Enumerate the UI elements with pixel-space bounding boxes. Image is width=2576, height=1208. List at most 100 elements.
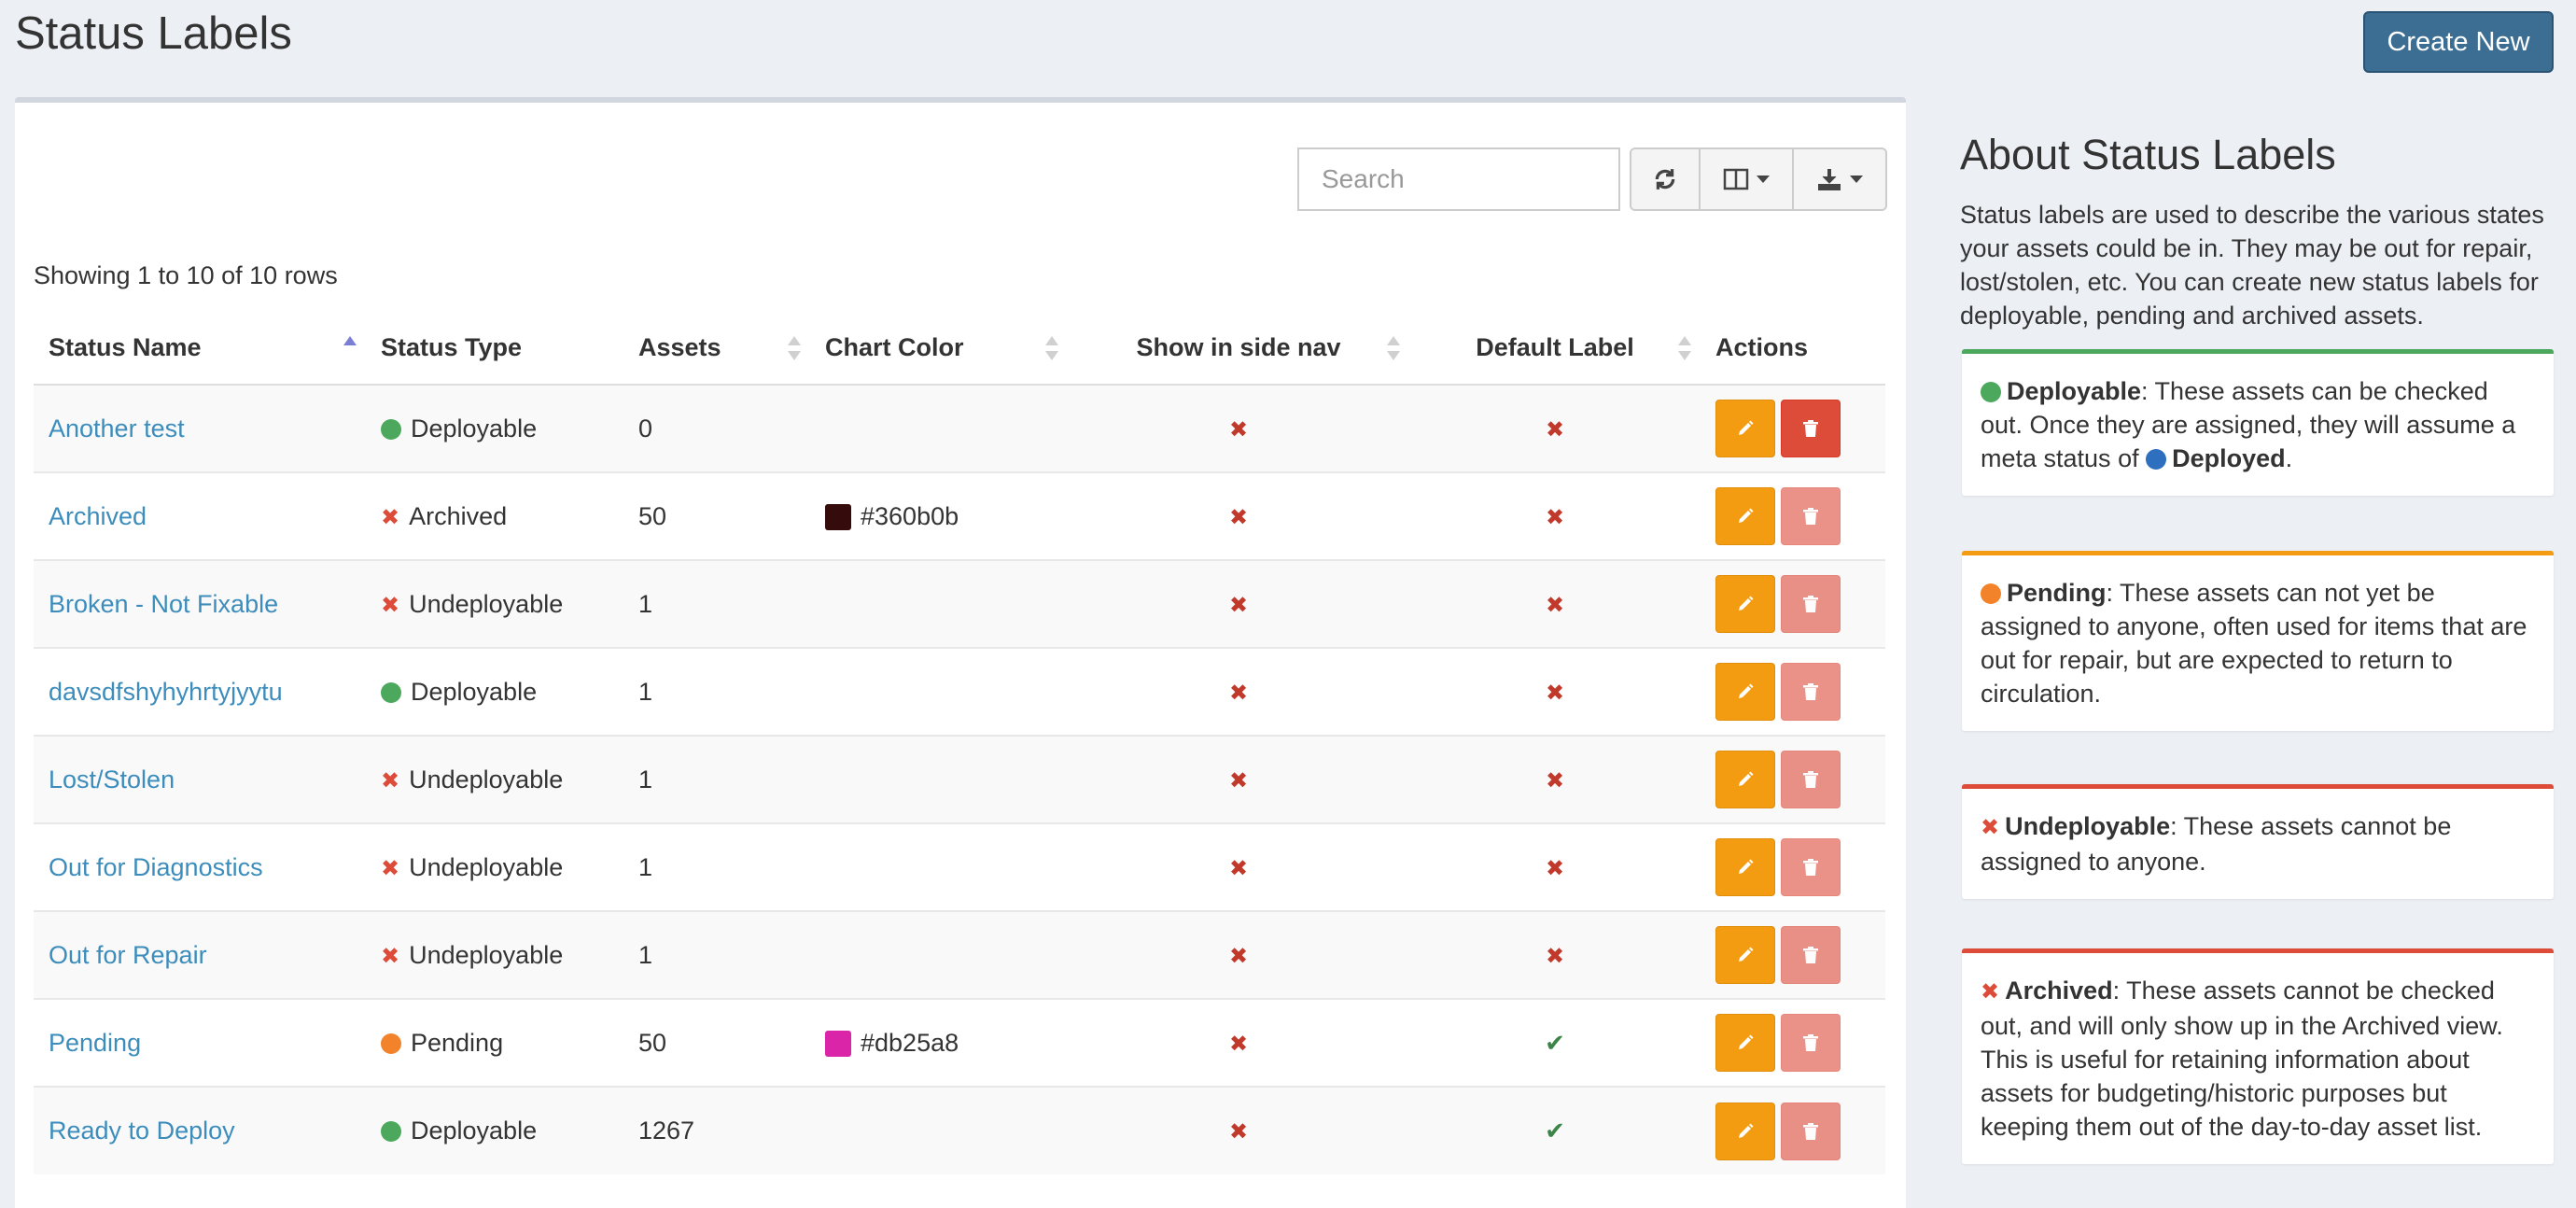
edit-button[interactable] [1715, 838, 1775, 896]
delete-button[interactable] [1781, 838, 1841, 896]
table-header-row: Status Name Status Type Assets Chart Col… [34, 312, 1885, 386]
cell-chart-color [810, 384, 1068, 472]
table-row: Lost/Stolen ✖ Undeployable 1 ✖ ✖ [34, 735, 1885, 823]
column-header-show-in-side-nav[interactable]: Show in side nav [1068, 312, 1409, 386]
cell-default-label: ✖ [1409, 735, 1701, 823]
info-box-deployable: Deployable: These assets can be checked … [1962, 349, 2554, 496]
deployable-dot-icon [381, 681, 401, 703]
trash-icon [1803, 947, 1818, 963]
cell-show-in-side-nav: ✖ [1068, 822, 1409, 911]
sort-icon [788, 335, 801, 360]
cell-assets: 50 [623, 998, 810, 1087]
delete-button[interactable] [1781, 1102, 1841, 1160]
deployed-dot-icon [2146, 449, 2167, 470]
delete-button[interactable] [1781, 575, 1841, 633]
toolbar-button-group [1630, 147, 1887, 211]
table-row: Pending Pending 50 #db25a8 ✖ ✔ [34, 998, 1885, 1087]
trash-icon [1803, 683, 1818, 700]
x-icon: ✖ [1228, 767, 1249, 794]
cell-status-name: Ready to Deploy [34, 1086, 366, 1174]
column-header-status-name[interactable]: Status Name [34, 312, 366, 386]
cell-status-type: ✖ Undeployable [366, 910, 623, 999]
x-icon: ✖ [1545, 504, 1565, 530]
cell-show-in-side-nav: ✖ [1068, 910, 1409, 999]
status-name-link[interactable]: Out for Diagnostics [49, 853, 263, 881]
column-header-assets[interactable]: Assets [623, 312, 810, 386]
pencil-icon [1739, 508, 1754, 523]
edit-button[interactable] [1715, 663, 1775, 721]
cell-status-type: ✖ Undeployable [366, 559, 623, 648]
sort-icon [1045, 335, 1058, 360]
edit-button[interactable] [1715, 575, 1775, 633]
delete-button[interactable] [1781, 1014, 1841, 1072]
refresh-icon [1655, 169, 1675, 190]
info-box-pending: Pending: These assets can not yet be ass… [1962, 551, 2554, 731]
edit-button[interactable] [1715, 1014, 1775, 1072]
table-toolbar: Search [15, 147, 1906, 213]
x-icon: ✖ [381, 943, 400, 969]
edit-button[interactable] [1715, 487, 1775, 545]
columns-toggle-button[interactable] [1701, 149, 1794, 209]
status-name-link[interactable]: Ready to Deploy [49, 1117, 235, 1145]
delete-button[interactable] [1781, 487, 1841, 545]
x-icon: ✖ [1981, 979, 2000, 1004]
export-button[interactable] [1794, 149, 1885, 209]
pencil-icon [1739, 859, 1754, 874]
info-box-archived: ✖ Archived: These assets cannot be checke… [1962, 948, 2554, 1164]
deployable-dot-icon [1981, 382, 2001, 402]
delete-button[interactable] [1781, 400, 1841, 457]
delete-button[interactable] [1781, 926, 1841, 984]
status-name-link[interactable]: Another test [49, 414, 185, 442]
status-name-link[interactable]: Archived [49, 502, 147, 530]
edit-button[interactable] [1715, 926, 1775, 984]
delete-button[interactable] [1781, 751, 1841, 808]
x-icon: ✖ [1228, 592, 1249, 618]
cell-actions [1701, 647, 1885, 736]
edit-button[interactable] [1715, 400, 1775, 457]
x-icon: ✖ [1545, 416, 1565, 442]
cell-chart-color [810, 647, 1068, 736]
cell-status-type: ✖ Archived [366, 471, 623, 560]
status-name-link[interactable]: Out for Repair [49, 941, 207, 969]
cell-chart-color [810, 1086, 1068, 1174]
x-icon: ✖ [381, 504, 400, 530]
cell-chart-color [810, 559, 1068, 648]
column-header-default-label[interactable]: Default Label [1409, 312, 1701, 386]
edit-button[interactable] [1715, 751, 1775, 808]
color-swatch [825, 1030, 851, 1057]
cell-assets: 50 [623, 471, 810, 560]
cell-assets: 1 [623, 910, 810, 999]
cell-assets: 1 [623, 647, 810, 736]
table-row: Ready to Deploy Deployable 1267 ✖ ✔ [34, 1086, 1885, 1174]
pending-dot-icon [1981, 583, 2001, 604]
status-name-link[interactable]: davsdfshyhyhrtyjyytu [49, 678, 283, 706]
delete-button[interactable] [1781, 663, 1841, 721]
x-icon: ✖ [1228, 1031, 1249, 1057]
pencil-icon [1739, 771, 1754, 786]
cell-status-name: Another test [34, 384, 366, 472]
sort-icon [1387, 335, 1400, 360]
x-icon: ✖ [1228, 943, 1249, 969]
status-labels-panel: Search Showing 1 to 10 of 10 rows Status… [15, 97, 1906, 1208]
cell-show-in-side-nav: ✖ [1068, 559, 1409, 648]
status-name-link[interactable]: Lost/Stolen [49, 766, 175, 794]
cell-default-label: ✖ [1409, 384, 1701, 472]
column-header-chart-color[interactable]: Chart Color [810, 312, 1068, 386]
sidebar-description: Status labels are used to describe the v… [1960, 201, 2544, 330]
cell-actions [1701, 559, 1885, 648]
edit-button[interactable] [1715, 1102, 1775, 1160]
x-icon: ✖ [1545, 943, 1565, 969]
pencil-icon [1739, 947, 1754, 962]
cell-status-type: ✖ Undeployable [366, 735, 623, 823]
trash-icon [1803, 859, 1818, 876]
create-new-button[interactable]: Create New [2363, 11, 2554, 73]
status-labels-table: Status Name Status Type Assets Chart Col… [34, 312, 1885, 1174]
cell-default-label: ✖ [1409, 910, 1701, 999]
refresh-button[interactable] [1631, 149, 1701, 209]
search-input[interactable]: Search [1297, 147, 1620, 211]
status-name-link[interactable]: Broken - Not Fixable [49, 590, 278, 618]
status-name-link[interactable]: Pending [49, 1029, 141, 1057]
x-icon: ✖ [1545, 767, 1565, 794]
trash-icon [1803, 771, 1818, 788]
table-row: davsdfshyhyhrtyjyytu Deployable 1 ✖ ✖ [34, 647, 1885, 736]
